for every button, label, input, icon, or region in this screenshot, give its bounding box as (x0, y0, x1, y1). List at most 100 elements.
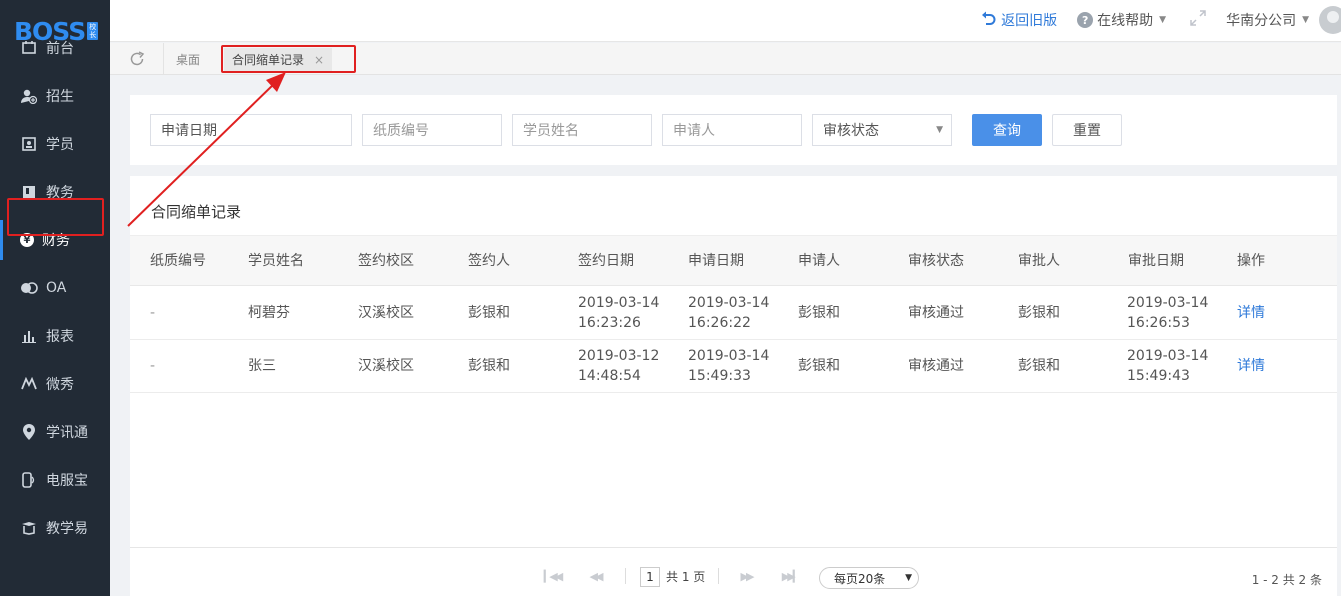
date-part: 2019-03-12 (578, 348, 660, 364)
column-header: 申请日期 (688, 252, 744, 269)
first-page-icon[interactable]: ▎◀◀ (540, 567, 564, 585)
location-icon (20, 423, 38, 441)
column-header: 审核状态 (908, 252, 964, 269)
campus-cell: 汉溪校区 (358, 305, 414, 321)
student-cell: 张三 (248, 358, 276, 374)
applicant-placeholder: 申请人 (673, 123, 715, 139)
applicant-input[interactable]: 申请人 (662, 114, 802, 146)
sidebar-item-front-desk[interactable]: 前台 (0, 24, 110, 72)
campus-cell: 汉溪校区 (358, 358, 414, 374)
sidebar-item-dianfubao[interactable]: 电服宝 (0, 456, 110, 504)
student-cell: 柯碧芬 (248, 305, 290, 321)
sidebar-item-label: 教学易 (46, 521, 88, 537)
time-part: 15:49:33 (688, 368, 751, 384)
audit-status-select[interactable]: 审核状态 ▼ (812, 114, 952, 146)
undo-icon (981, 10, 997, 30)
paper-no-placeholder: 纸质编号 (373, 123, 429, 139)
company-switcher[interactable]: 华南分公司 ▼ (1226, 10, 1309, 30)
sidebar-item-label: 微秀 (46, 377, 74, 393)
sidebar-item-label: 报表 (46, 329, 74, 345)
sidebar-item-reports[interactable]: 报表 (0, 312, 110, 360)
back-old-version-label: 返回旧版 (1001, 13, 1058, 29)
avatar[interactable] (1319, 6, 1341, 34)
signer-cell: 彭银和 (468, 358, 510, 374)
chevron-down-icon: ▼ (1159, 15, 1167, 25)
finance-highlight-box (7, 198, 104, 236)
user-add-icon (20, 87, 38, 105)
fullscreen-icon[interactable] (1190, 10, 1206, 30)
record-summary: 1 - 2 共 2 条 (1251, 573, 1322, 587)
page-number-input[interactable]: 1 (640, 567, 660, 587)
next-page-icon[interactable]: ▶▶ (734, 567, 758, 585)
approve-date-cell: 2019-03-14 16:26:53 (1127, 287, 1208, 339)
tab-desktop[interactable]: 桌面 (176, 51, 200, 68)
column-header: 签约人 (468, 252, 510, 269)
apply-date-cell: 2019-03-14 16:26:22 (688, 287, 769, 339)
approver-cell: 彭银和 (1018, 305, 1060, 321)
filter-panel: 申请日期 纸质编号 学员姓名 申请人 审核状态 ▼ 查询 重置 (130, 95, 1337, 165)
column-header: 签约校区 (358, 252, 414, 269)
page-size-select[interactable]: 每页20条 ▼ (819, 567, 919, 589)
sidebar-item-oa[interactable]: OA (0, 264, 110, 312)
reset-button[interactable]: 重置 (1052, 114, 1122, 146)
table-row: - 张三 汉溪校区 彭银和 2019-03-12 14:48:54 2019-0… (130, 340, 1337, 393)
pager-divider (718, 568, 719, 584)
applicant-cell: 彭银和 (798, 358, 840, 374)
student-name-input[interactable]: 学员姓名 (512, 114, 652, 146)
time-part: 16:23:26 (578, 315, 641, 331)
column-header: 审批日期 (1128, 252, 1184, 269)
date-part: 2019-03-14 (688, 295, 770, 311)
chevron-down-icon: ▼ (936, 125, 943, 135)
chart-icon (20, 327, 38, 345)
phone-icon (20, 471, 38, 489)
sidebar-nav: 前台 招生 学员 教务 ¥ 财务 OA 报表 微秀 学讯通 电服宝 教学易 (0, 41, 110, 552)
sidebar-item-weixiu[interactable]: 微秀 (0, 360, 110, 408)
column-header: 操作 (1237, 252, 1265, 269)
sidebar-item-label: OA (46, 280, 67, 296)
sidebar-item-label: 前台 (46, 41, 74, 57)
online-help-menu[interactable]: ? 在线帮助 ▼ (1077, 10, 1166, 30)
sidebar-item-label: 电服宝 (46, 473, 88, 489)
pager-divider (625, 568, 626, 584)
date-part: 2019-03-14 (688, 348, 770, 364)
sidebar-item-label: 学员 (46, 137, 74, 153)
status-cell: 审核通过 (908, 305, 964, 321)
header-actions: 返回旧版 ? 在线帮助 ▼ 华南分公司 ▼ (981, 0, 1341, 40)
sign-date-cell: 2019-03-12 14:48:54 (578, 340, 659, 392)
top-header: 返回旧版 ? 在线帮助 ▼ 华南分公司 ▼ (110, 0, 1341, 42)
online-help-label: 在线帮助 (1097, 13, 1154, 29)
sidebar-item-jiaoxueyi[interactable]: 教学易 (0, 504, 110, 552)
approver-cell: 彭银和 (1018, 358, 1060, 374)
time-part: 15:49:43 (1127, 368, 1190, 384)
signer-cell: 彭银和 (468, 305, 510, 321)
audit-status-value: 审核状态 (823, 123, 879, 139)
prev-page-icon[interactable]: ◀◀ (583, 567, 607, 585)
total-pages: 共 1 页 (666, 570, 706, 584)
records-panel: 合同缩单记录 纸质编号 学员姓名 签约校区 签约人 签约日期 申请日期 申请人 … (130, 176, 1337, 596)
sidebar-item-enroll[interactable]: 招生 (0, 72, 110, 120)
sidebar-item-label: 学讯通 (46, 425, 88, 441)
apply-date-field[interactable]: 申请日期 (150, 114, 352, 146)
paper-no-input[interactable]: 纸质编号 (362, 114, 502, 146)
column-header: 签约日期 (578, 252, 634, 269)
sidebar: BOSS 校 长 前台 招生 学员 教务 ¥ 财务 OA 报表 微秀 学讯通 电… (0, 0, 110, 596)
desk-icon (20, 39, 38, 57)
applicant-cell: 彭银和 (798, 305, 840, 321)
detail-link[interactable]: 详情 (1237, 287, 1265, 339)
sidebar-item-label: 招生 (46, 89, 74, 105)
back-old-version-link[interactable]: 返回旧版 (981, 10, 1057, 30)
time-part: 14:48:54 (578, 368, 641, 384)
last-page-icon[interactable]: ▶▶▎ (778, 567, 802, 585)
chevron-down-icon: ▼ (905, 573, 912, 583)
sidebar-item-students[interactable]: 学员 (0, 120, 110, 168)
query-button[interactable]: 查询 (972, 114, 1042, 146)
column-header: 审批人 (1018, 252, 1060, 269)
sidebar-item-xuexuntong[interactable]: 学讯通 (0, 408, 110, 456)
tab-highlight-box (221, 45, 356, 73)
company-name: 华南分公司 (1226, 13, 1297, 29)
detail-link[interactable]: 详情 (1237, 340, 1265, 392)
approve-date-cell: 2019-03-14 15:49:43 (1127, 340, 1208, 392)
table-header: 纸质编号 学员姓名 签约校区 签约人 签约日期 申请日期 申请人 审核状态 审批… (130, 235, 1337, 286)
refresh-icon[interactable] (110, 43, 164, 75)
panel-title: 合同缩单记录 (151, 203, 242, 221)
